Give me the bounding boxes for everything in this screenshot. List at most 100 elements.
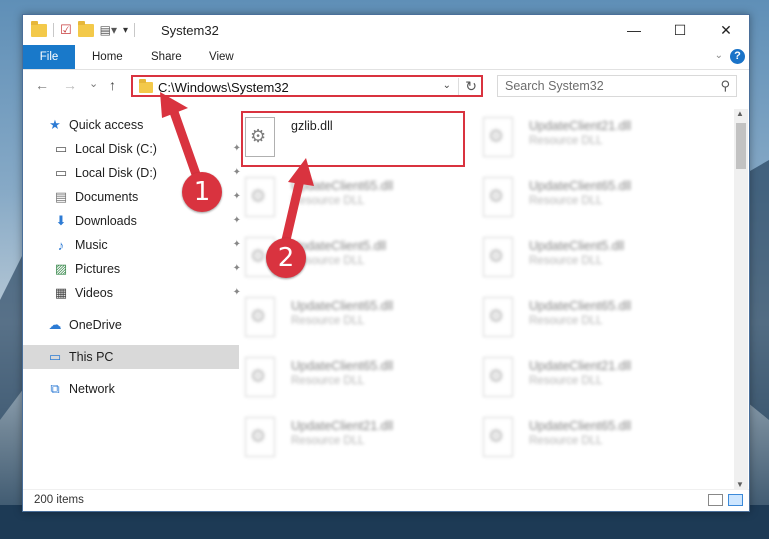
scroll-thumb[interactable] (736, 123, 746, 169)
dll-file-icon (245, 177, 275, 217)
file-type: Resource DLL (529, 135, 603, 147)
sidebar-item-videos[interactable]: ▦ Videos ✦ (23, 281, 245, 305)
file-type: Resource DLL (529, 435, 603, 447)
dll-file-icon (483, 357, 513, 397)
file-name: UpdateClient65.dll (291, 359, 394, 373)
file-name: UpdateClient65.dll (291, 299, 394, 313)
scroll-up-icon[interactable]: ▲ (736, 109, 744, 118)
dll-file-icon (483, 177, 513, 217)
file-name: UpdateClient21.dll (529, 359, 632, 373)
file-tile[interactable]: UpdateClient5.dll Resource DLL (477, 233, 707, 285)
properties-icon[interactable]: ☑ (60, 22, 72, 38)
file-tile[interactable]: UpdateClient21.dll Resource DLL (477, 353, 707, 405)
sidebar-item-music[interactable]: ♪ Music ✦ (23, 233, 245, 257)
file-name: UpdateClient65.dll (529, 179, 632, 193)
file-tile[interactable]: UpdateClient65.dll Resource DLL (239, 293, 469, 345)
file-tile[interactable]: UpdateClient21.dll Resource DLL (477, 113, 707, 165)
tab-home[interactable]: Home (92, 45, 123, 69)
file-type: Resource DLL (291, 375, 365, 387)
cloud-icon: ☁ (48, 317, 62, 332)
file-tile[interactable]: UpdateClient65.dll Resource DLL (239, 353, 469, 405)
sidebar-item-label: Downloads (75, 214, 137, 228)
title-bar: ☑ ▤▾ ▾ System32 — ☐ ✕ (23, 15, 749, 45)
minimize-button[interactable]: — (611, 15, 657, 45)
sidebar-item-label: Videos (75, 286, 113, 300)
file-tile[interactable]: UpdateClient65.dll Resource DLL (477, 173, 707, 225)
search-input[interactable]: Search System32 (505, 79, 604, 93)
sidebar-item-pictures[interactable]: ▨ Pictures ✦ (23, 257, 245, 281)
large-icons-view-icon[interactable] (728, 494, 743, 506)
dll-file-icon (483, 297, 513, 337)
maximize-button[interactable]: ☐ (657, 15, 703, 45)
dll-file-icon (483, 237, 513, 277)
address-dropdown-icon[interactable]: ⌄ (443, 80, 451, 91)
sidebar-item-network[interactable]: ⧉ Network (23, 377, 239, 401)
file-name: UpdateClient65.dll (529, 419, 632, 433)
sidebar-item-downloads[interactable]: ⬇ Downloads ✦ (23, 209, 245, 233)
address-bar[interactable]: C:\Windows\System32 ⌄ ↻ (131, 75, 483, 97)
sidebar-item-label: Quick access (69, 118, 144, 132)
recent-locations-button[interactable]: ⌄ (89, 77, 98, 90)
file-tile[interactable]: UpdateClient65.dll Resource DLL (239, 173, 469, 225)
file-tile[interactable]: UpdateClient21.dll Resource DLL (239, 413, 469, 465)
drive-icon: ▭ (54, 165, 68, 180)
vertical-scrollbar[interactable]: ▲ ▼ (734, 109, 748, 489)
forward-button[interactable]: → (63, 77, 77, 93)
sidebar-item-label: Pictures (75, 262, 121, 276)
download-icon: ⬇ (55, 213, 67, 228)
file-tile[interactable]: UpdateClient65.dll Resource DLL (477, 293, 707, 345)
file-name: UpdateClient5.dll (529, 239, 625, 253)
file-list: gzlib.dll UpdateClient21.dll Resource DL… (239, 109, 733, 489)
dll-file-icon (245, 297, 275, 337)
file-tile-gzlib[interactable]: gzlib.dll (239, 111, 469, 167)
file-tile[interactable]: UpdateClient65.dll Resource DLL (477, 413, 707, 465)
file-type: Resource DLL (529, 255, 603, 267)
network-icon: ⧉ (50, 381, 60, 396)
sidebar-item-quick-access[interactable]: ★ Quick access (23, 113, 239, 137)
sidebar-item-label: OneDrive (69, 318, 122, 332)
status-bar: 200 items (23, 489, 749, 512)
music-icon: ♪ (57, 237, 65, 253)
file-type: Resource DLL (529, 195, 603, 207)
step-1-badge: 1 (182, 172, 222, 212)
search-icon[interactable]: ⚲ (720, 78, 730, 94)
quick-access-toolbar: ☑ ▤▾ ▾ (31, 20, 136, 39)
file-name: UpdateClient21.dll (291, 419, 394, 433)
file-type: Resource DLL (529, 375, 603, 387)
dll-file-icon (483, 117, 513, 157)
file-type: Resource DLL (291, 315, 365, 327)
sidebar-item-local-disk-c[interactable]: ▭ Local Disk (C:) ✦ (23, 137, 245, 161)
expand-ribbon-icon[interactable]: ⌄ (715, 50, 723, 61)
address-path[interactable]: C:\Windows\System32 (158, 80, 289, 95)
customize-toolbar-icon[interactable]: ▾ (123, 25, 128, 36)
file-type: Resource DLL (291, 195, 365, 207)
back-button[interactable]: ← (35, 77, 49, 93)
dll-file-icon (245, 417, 275, 457)
sidebar-item-label: Local Disk (D:) (75, 166, 157, 180)
sidebar-item-label: Network (69, 382, 115, 396)
ribbon-tabs: File Home Share View ⌄ ? (23, 45, 749, 70)
close-button[interactable]: ✕ (703, 15, 749, 45)
tab-view[interactable]: View (209, 45, 234, 69)
drive-icon: ▭ (54, 141, 68, 156)
help-icon[interactable]: ? (730, 49, 745, 64)
sidebar-item-this-pc[interactable]: ▭ This PC (23, 345, 239, 369)
up-button[interactable]: ↑ (109, 77, 116, 93)
refresh-icon[interactable]: ↻ (458, 78, 477, 95)
file-name: UpdateClient5.dll (291, 239, 387, 253)
documents-icon: ▤ (54, 189, 68, 204)
step-2-badge: 2 (266, 238, 306, 278)
sidebar-item-onedrive[interactable]: ☁ OneDrive (23, 313, 239, 337)
search-box[interactable]: Search System32 ⚲ (497, 75, 737, 97)
new-folder-icon[interactable] (77, 20, 94, 37)
star-icon: ★ (49, 117, 61, 132)
tab-file[interactable]: File (23, 45, 75, 69)
view-options-icon[interactable]: ▤▾ (100, 23, 117, 37)
details-view-icon[interactable] (708, 494, 723, 506)
scroll-down-icon[interactable]: ▼ (736, 480, 744, 489)
item-count: 200 items (34, 494, 84, 506)
dll-file-icon (245, 117, 275, 157)
computer-icon: ▭ (48, 349, 62, 364)
explorer-window: ☑ ▤▾ ▾ System32 — ☐ ✕ File Home Share Vi… (22, 14, 750, 512)
tab-share[interactable]: Share (151, 45, 182, 69)
